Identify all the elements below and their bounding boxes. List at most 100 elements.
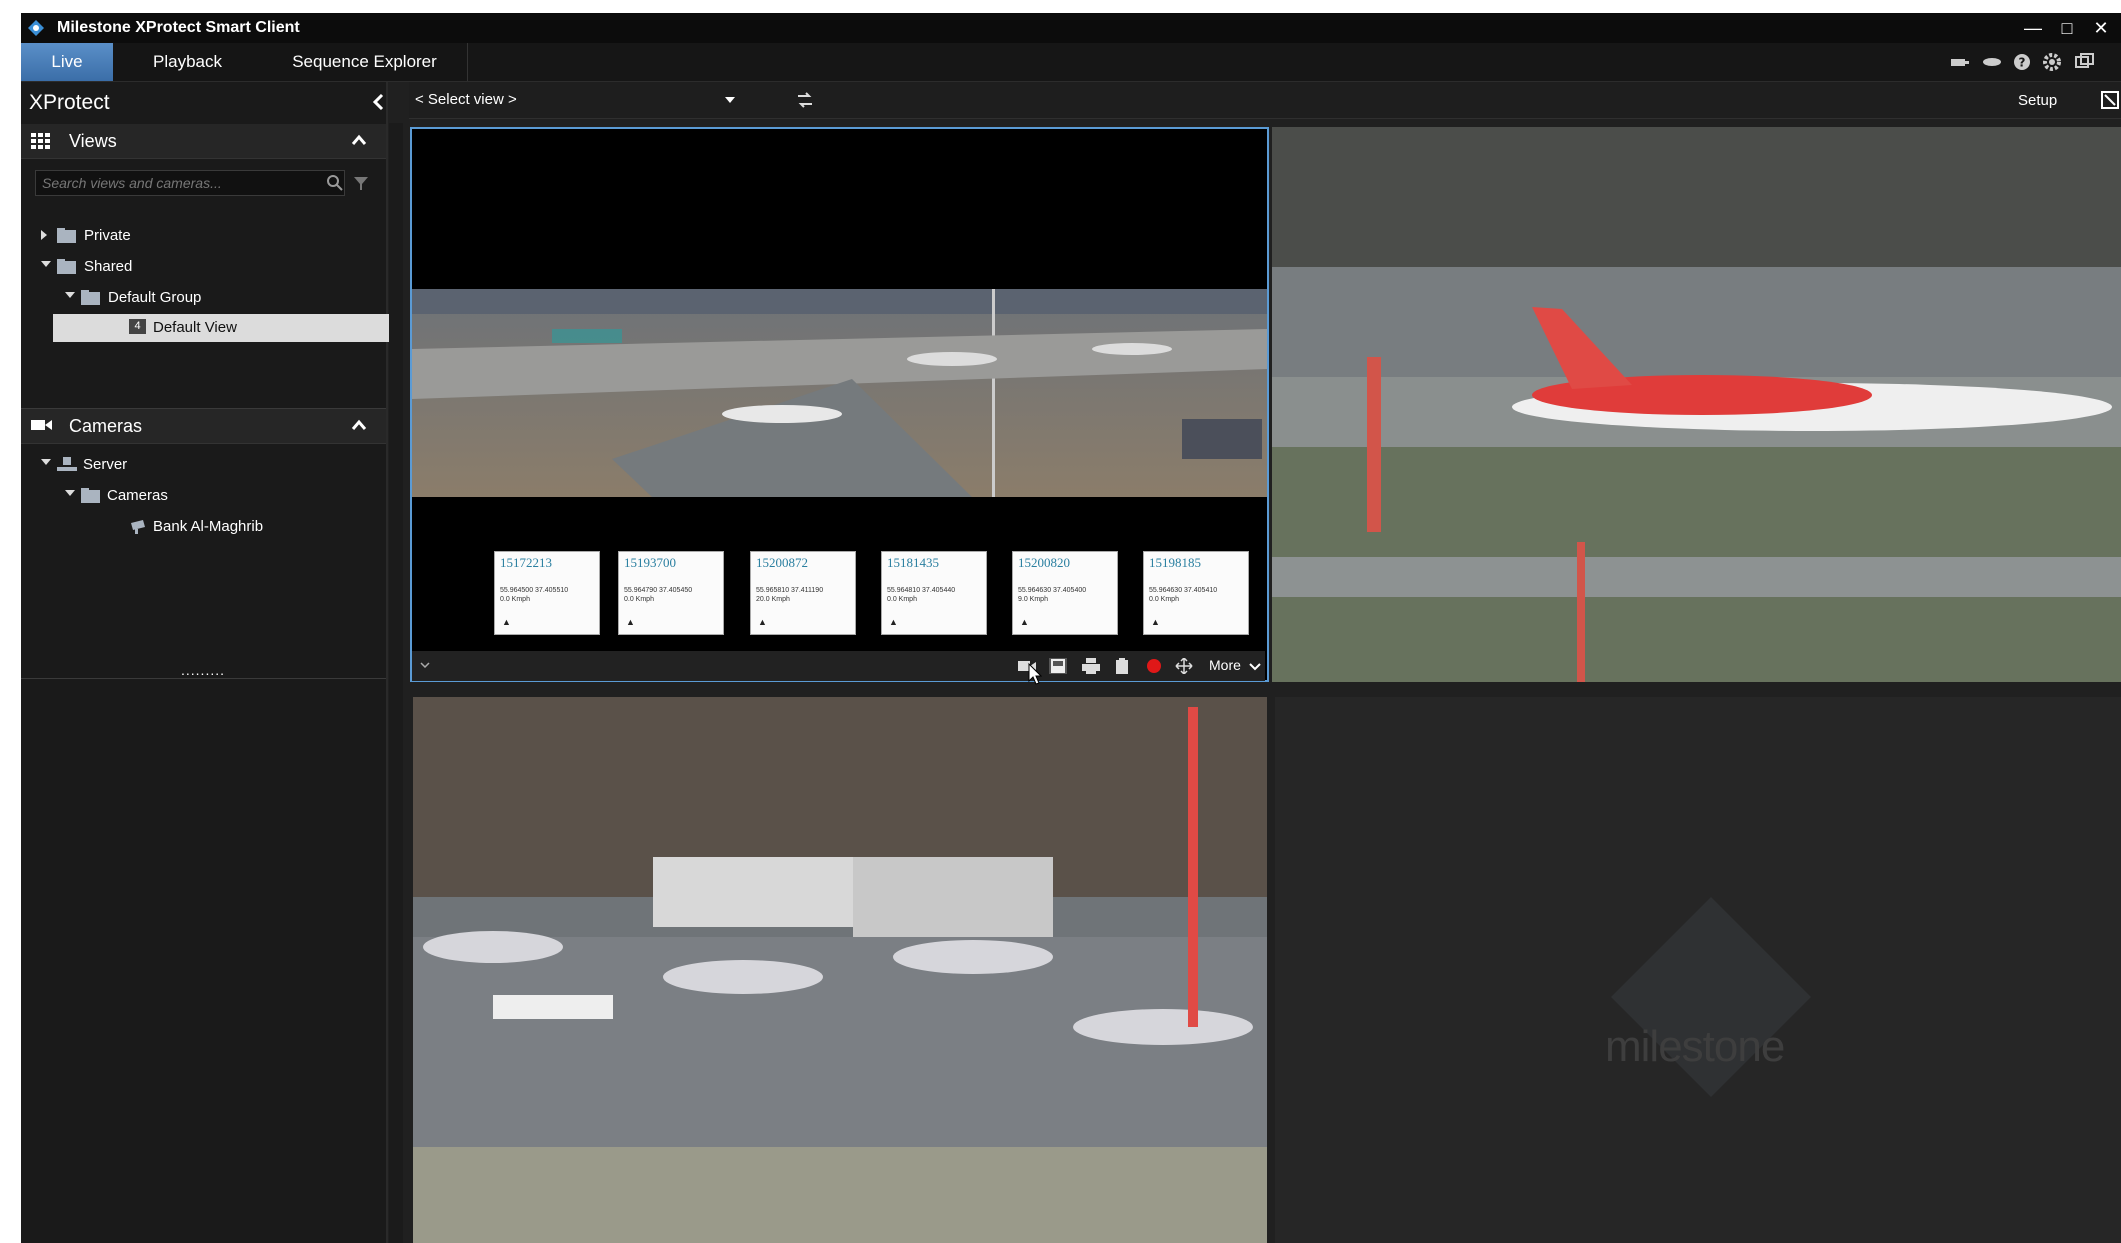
filter-icon[interactable] [352, 174, 370, 192]
plate-number: 15172213 [500, 555, 552, 570]
dropdown-arrow-icon[interactable] [725, 97, 735, 103]
view-layout-badge: 4 [129, 319, 146, 334]
setup-button[interactable]: Setup [2018, 92, 2057, 109]
camera-feed-apron-image [413, 697, 1267, 1243]
more-menu-button[interactable]: More [1209, 657, 1241, 673]
camera-pane-apron[interactable] [413, 697, 1267, 1243]
record-icon[interactable] [1145, 658, 1163, 674]
tree-item-private[interactable]: Private [35, 222, 375, 250]
tree-item-server[interactable]: Server [35, 451, 375, 479]
folder-icon [81, 290, 100, 305]
tree-label: Bank Al-Maghrib [153, 518, 264, 535]
folder-icon [57, 259, 76, 274]
tree-label: Default Group [108, 289, 202, 306]
chevron-down-icon[interactable] [1249, 663, 1261, 671]
window-mode-icon[interactable] [2073, 52, 2095, 72]
close-icon[interactable]: ✕ [2085, 16, 2117, 40]
minimize-icon[interactable]: — [2017, 16, 2049, 40]
tree-label: Server [83, 456, 128, 473]
plate-card[interactable]: 15200820 55.964630 37.405400 9.0 Kmph ▲ [1012, 551, 1118, 635]
panel-resize-handle[interactable]: ......... [181, 662, 225, 678]
search-views-input[interactable] [35, 170, 345, 196]
collapse-arrow-icon[interactable] [65, 292, 75, 298]
tree-item-cameras-folder[interactable]: Cameras [59, 482, 379, 510]
tree-item-default-group[interactable]: Default Group [59, 284, 379, 312]
settings-gear-icon[interactable] [2041, 52, 2063, 72]
main-tabs: Live Playback Sequence Explorer ? [21, 43, 2121, 82]
ptz-move-icon[interactable] [1175, 658, 1193, 674]
window-title: Milestone XProtect Smart Client [57, 19, 300, 36]
svg-text:?: ? [2019, 56, 2026, 70]
car-icon: ▲ [502, 617, 511, 627]
camera-toolbar: More [412, 651, 1265, 681]
car-icon: ▲ [1020, 617, 1029, 627]
print-icon[interactable] [1082, 658, 1100, 674]
connection-icon[interactable] [1981, 52, 2003, 72]
plate-card[interactable]: 15198185 55.964630 37.405410 0.0 Kmph ▲ [1143, 551, 1249, 635]
tab-playback[interactable]: Playback [113, 43, 263, 81]
xprotect-logo-icon [28, 20, 44, 36]
tree-item-camera-bank-al-maghrib[interactable]: Bank Al-Maghrib [129, 513, 379, 541]
tree-label: Private [84, 227, 131, 244]
tree-item-shared[interactable]: Shared [35, 253, 375, 281]
car-icon: ▲ [626, 617, 635, 627]
view-scrollbar[interactable] [389, 123, 403, 1243]
plate-card[interactable]: 15172213 55.964500 37.405510 0.0 Kmph ▲ [494, 551, 600, 635]
server-icon [57, 457, 77, 471]
camera-pane-runway[interactable] [1272, 127, 2121, 682]
camera-feed-apron-image [412, 289, 1267, 497]
plate-card[interactable]: 15193700 55.964790 37.405450 0.0 Kmph ▲ [618, 551, 724, 635]
plate-card[interactable]: 15200872 55.965810 37.411190 20.0 Kmph ▲ [750, 551, 856, 635]
app-window: Milestone XProtect Smart Client — □ ✕ Li… [21, 13, 2121, 1243]
help-icon[interactable]: ? [2011, 52, 2033, 72]
camera-feed-runway-image [1272, 127, 2121, 682]
folder-icon [57, 228, 76, 243]
views-header-label: Views [69, 131, 117, 151]
views-section-header[interactable]: Views [21, 124, 386, 159]
chevron-up-icon[interactable] [351, 419, 367, 431]
chevron-down-icon[interactable] [420, 662, 430, 668]
collapse-arrow-icon[interactable] [41, 459, 51, 465]
swap-view-icon[interactable] [795, 90, 815, 110]
plate-coords: 55.964500 37.405510 0.0 Kmph [500, 587, 569, 603]
tree-label: Default View [153, 319, 237, 336]
plate-card[interactable]: 15181435 55.964810 37.405440 0.0 Kmph ▲ [881, 551, 987, 635]
plate-number: 15200872 [756, 555, 808, 570]
maximize-icon[interactable]: □ [2051, 16, 2083, 40]
cameras-header-label: Cameras [69, 416, 143, 436]
title-bar: Milestone XProtect Smart Client — □ ✕ [21, 13, 2121, 43]
clipboard-icon[interactable] [1113, 658, 1131, 674]
tree-label: Shared [84, 258, 133, 275]
divider [21, 678, 386, 679]
camera-device-icon [131, 520, 145, 534]
collapse-arrow-icon[interactable] [41, 261, 51, 267]
mouse-cursor-icon [1028, 663, 1042, 685]
chevron-up-icon[interactable] [351, 134, 367, 146]
empty-camera-pane[interactable] [1275, 697, 2121, 1243]
camera-status-icon[interactable] [1949, 52, 1971, 72]
plate-number: 15198185 [1149, 555, 1201, 570]
milestone-watermark-text: milestone [1605, 1022, 1785, 1071]
tree-label: Cameras [107, 487, 168, 504]
expand-arrow-icon[interactable] [41, 230, 47, 240]
tab-sequence-explorer[interactable]: Sequence Explorer [262, 43, 468, 81]
search-icon[interactable] [326, 174, 344, 192]
car-icon: ▲ [1151, 617, 1160, 627]
car-icon: ▲ [758, 617, 767, 627]
collapse-sidebar-icon[interactable] [371, 93, 385, 111]
plate-coords: 55.964810 37.405440 0.0 Kmph [887, 587, 956, 603]
fullscreen-icon[interactable] [2101, 91, 2119, 109]
grid-icon [31, 133, 50, 149]
plate-number: 15193700 [624, 555, 676, 570]
select-view-dropdown[interactable]: < Select view > [415, 91, 517, 108]
car-icon: ▲ [889, 617, 898, 627]
folder-icon [81, 488, 100, 503]
collapse-arrow-icon[interactable] [65, 490, 75, 496]
camera-icon [31, 420, 52, 430]
tab-live[interactable]: Live [21, 43, 114, 81]
view-toolbar: < Select view > Setup [409, 82, 2121, 119]
cameras-section-header[interactable]: Cameras [21, 409, 386, 444]
plate-coords: 55.964790 37.405450 0.0 Kmph [624, 587, 693, 603]
tree-item-default-view[interactable]: 4 Default View [53, 314, 399, 342]
snapshot-icon[interactable] [1049, 658, 1067, 674]
